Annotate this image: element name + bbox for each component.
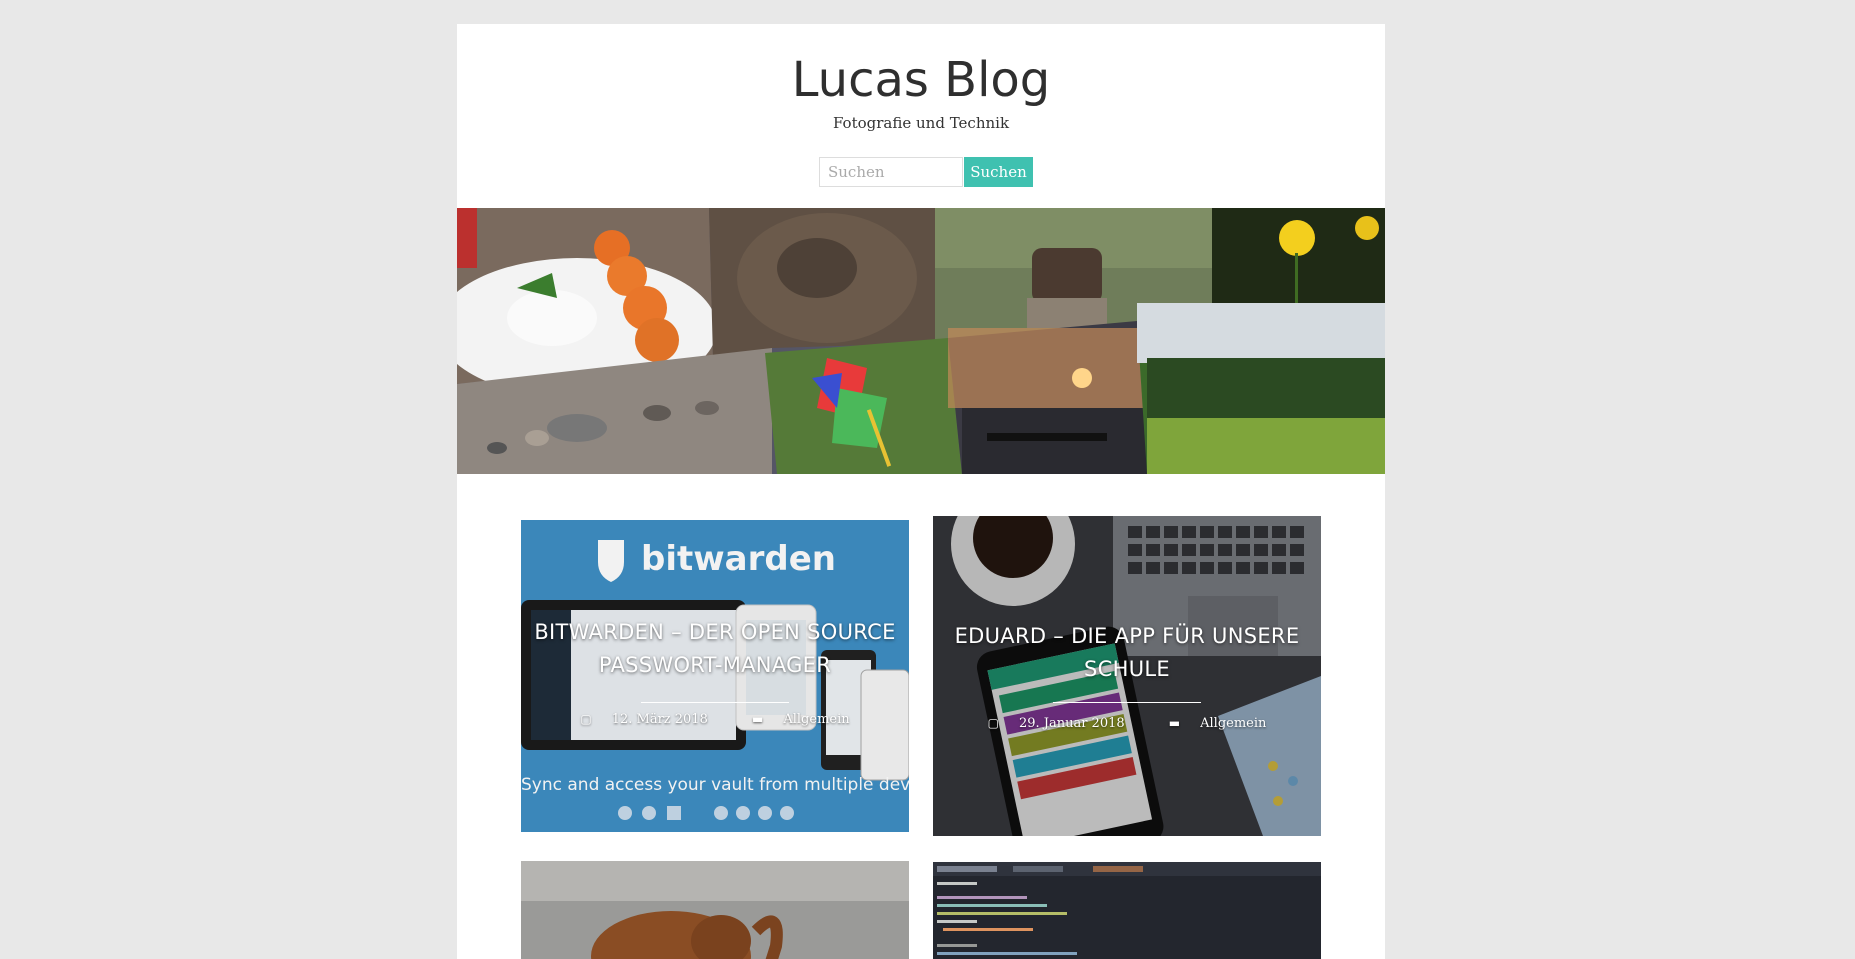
- post-meta: ▢ 12. März 2018 ▬ Allgemein: [521, 712, 909, 727]
- post-card-code[interactable]: [933, 862, 1321, 959]
- search-input[interactable]: [819, 157, 963, 187]
- post-date-text: 12. März 2018: [611, 712, 708, 727]
- post-category[interactable]: ▬ Allgemein: [742, 712, 860, 727]
- site-title[interactable]: Lucas Blog: [457, 54, 1385, 107]
- collage-tile-toy: [765, 338, 962, 474]
- folder-icon: ▬: [1168, 716, 1181, 730]
- post-date-text: 29. Januar 2018: [1018, 716, 1125, 731]
- header-collage-image: [457, 208, 1385, 474]
- post-card-eduard[interactable]: EDUARD – DIE APP FÜR UNSERE SCHULE ▢ 29. …: [933, 516, 1321, 836]
- collage-tile-sunset: [948, 321, 1148, 474]
- page-container: Lucas Blog Fotografie und Technik Suchen: [457, 24, 1385, 959]
- post-card-elephant[interactable]: [521, 861, 909, 959]
- search-form: Suchen: [819, 157, 1033, 187]
- site-tagline: Fotografie und Technik: [832, 114, 1010, 132]
- post-meta: ▢ 29. Januar 2018 ▬ Allgemein: [933, 716, 1321, 731]
- post-category[interactable]: ▬ Allgemein: [1159, 716, 1277, 731]
- post-category-text[interactable]: Allgemein: [783, 712, 849, 727]
- search-button[interactable]: Suchen: [964, 157, 1033, 187]
- collage-tile-flower: [1212, 208, 1385, 318]
- collage-tile-soil: [709, 208, 935, 358]
- post-date: ▢ 12. März 2018: [570, 712, 718, 727]
- calendar-icon: ▢: [987, 716, 999, 730]
- header-collage-svg: [457, 208, 1385, 474]
- post-image-elephant: [521, 861, 909, 959]
- post-card-bitwarden[interactable]: bitwarden Sync and access your vault fro…: [521, 520, 909, 832]
- calendar-icon: ▢: [580, 712, 592, 726]
- folder-icon: ▬: [752, 712, 764, 726]
- post-image-code: [933, 862, 1321, 959]
- title-divider: [1053, 702, 1201, 703]
- collage-tile-palms: [1137, 303, 1385, 474]
- post-title[interactable]: BITWARDEN – DER OPEN SOURCE PASSWORT-MAN…: [531, 616, 899, 682]
- post-category-text[interactable]: Allgemein: [1200, 716, 1266, 731]
- title-divider: [641, 702, 789, 703]
- post-date: ▢ 29. Januar 2018: [978, 716, 1135, 731]
- post-title[interactable]: EDUARD – DIE APP FÜR UNSERE SCHULE: [943, 620, 1311, 686]
